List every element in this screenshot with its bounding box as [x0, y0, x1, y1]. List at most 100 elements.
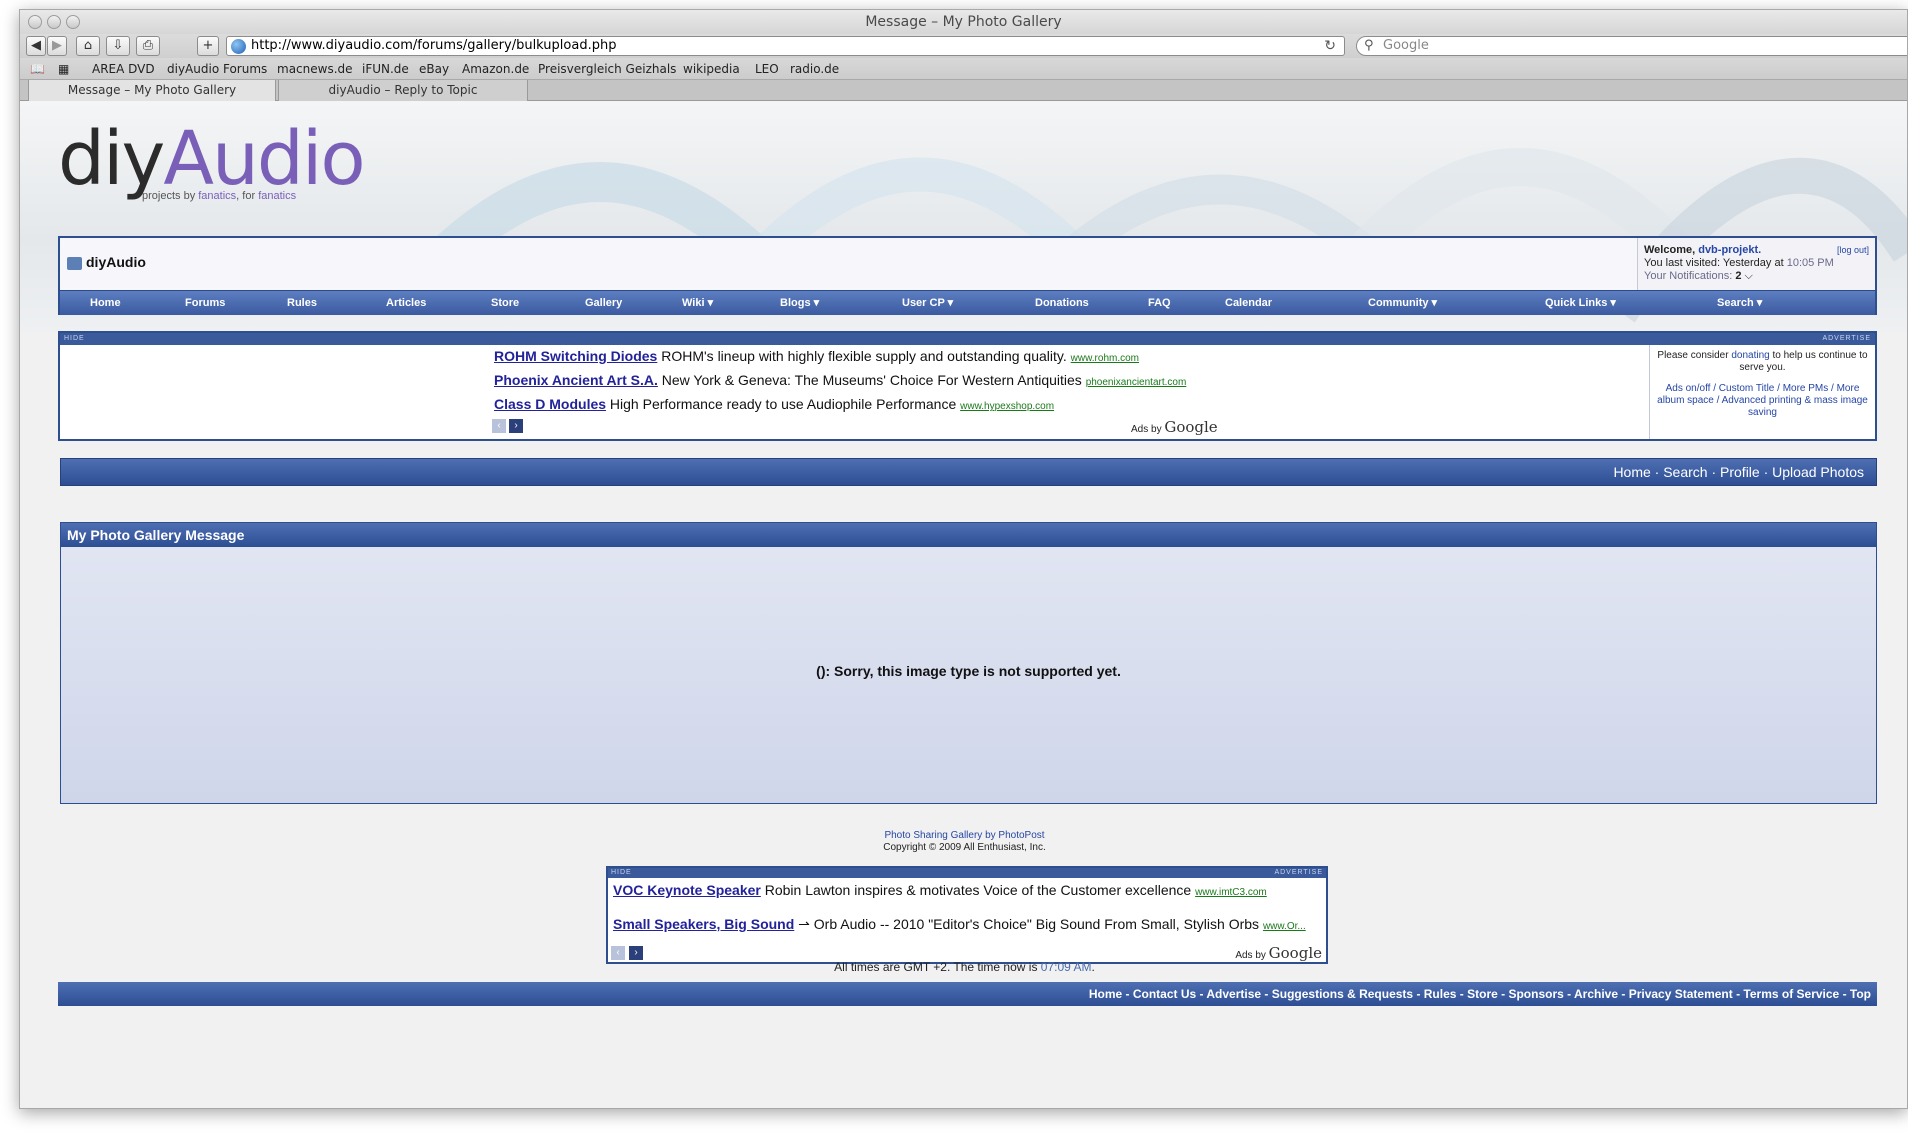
donating-link[interactable]: donating: [1731, 350, 1769, 361]
site-home-icon: [67, 257, 82, 270]
nav-wiki[interactable]: Wiki ▾: [682, 291, 713, 316]
gallery-nav-links[interactable]: Home · Search · Profile · Upload Photos: [1613, 459, 1864, 485]
ad-header: HIDE ADVERTISE: [608, 868, 1326, 878]
url-text: http://www.diyaudio.com/forums/gallery/b…: [251, 38, 617, 53]
forward-button[interactable]: ▶: [47, 36, 67, 56]
ad-title-link[interactable]: Phoenix Ancient Art S.A.: [494, 372, 658, 388]
footer-links[interactable]: Home - Contact Us - Advertise - Suggesti…: [1089, 982, 1871, 1006]
nav-donations[interactable]: Donations: [1035, 291, 1089, 316]
bookmark-item[interactable]: diyAudio Forums: [167, 58, 267, 80]
ad-next-button[interactable]: ›: [509, 419, 523, 433]
nav-user-cp[interactable]: User CP ▾: [902, 291, 953, 316]
nav-search[interactable]: Search ▾: [1717, 291, 1762, 316]
nav-blogs[interactable]: Blogs ▾: [780, 291, 819, 316]
username-link[interactable]: dvb-projekt.: [1698, 244, 1761, 256]
back-button[interactable]: ◀: [26, 36, 46, 56]
bookmark-add-button[interactable]: ⇩: [106, 36, 130, 56]
nav-community[interactable]: Community ▾: [1368, 291, 1437, 316]
ad-title-link[interactable]: VOC Keynote Speaker: [613, 882, 761, 898]
logout-link[interactable]: [log out]: [1837, 244, 1869, 257]
message-panel: My Photo Gallery Message (): Sorry, this…: [60, 522, 1877, 804]
bookmark-item[interactable]: Preisvergleich Geizhals: [538, 58, 676, 80]
ad-url-link[interactable]: phoenixancientart.com: [1086, 377, 1187, 388]
minimize-window-button[interactable]: [47, 15, 61, 29]
print-button[interactable]: ⎙: [136, 36, 160, 56]
ad-url-link[interactable]: www.Or...: [1263, 921, 1306, 932]
member-benefits-links[interactable]: Ads on/off / Custom Title / More PMs / M…: [1654, 383, 1871, 419]
title-bar: Message – My Photo Gallery: [20, 10, 1907, 34]
grid-icon[interactable]: ▦: [58, 58, 69, 80]
home-button[interactable]: ⌂: [76, 36, 100, 56]
notifications-count[interactable]: 2: [1735, 270, 1741, 282]
plus-icon: +: [202, 38, 214, 53]
ad-prev-button[interactable]: ‹: [611, 946, 625, 960]
window-title: Message – My Photo Gallery: [865, 14, 1062, 30]
magnifier-icon: ⚲: [1364, 38, 1374, 53]
site-favicon-icon: [231, 39, 246, 54]
search-placeholder: Google: [1383, 38, 1429, 53]
time-info: All times are GMT +2. The time now is 07…: [834, 960, 1095, 974]
forward-arrow-icon: ▶: [52, 38, 62, 53]
web-page: diyAudio projects by fanatics, for fanat…: [20, 102, 1907, 1108]
dropdown-icon[interactable]: ⌵: [1745, 270, 1753, 282]
close-window-button[interactable]: [28, 15, 42, 29]
hide-ads-link[interactable]: HIDE: [64, 333, 85, 345]
hide-ads-link[interactable]: HIDE: [611, 868, 632, 878]
search-field[interactable]: ⚲ Google: [1356, 36, 1907, 56]
ad-next-button[interactable]: ›: [629, 946, 643, 960]
printer-icon: ⎙: [142, 38, 154, 53]
back-arrow-icon: ◀: [31, 38, 41, 53]
message-panel-title: My Photo Gallery Message: [61, 523, 1876, 547]
ad-url-link[interactable]: www.hypexshop.com: [960, 401, 1054, 412]
diyaudio-logo[interactable]: diyAudio projects by fanatics, for fanat…: [58, 122, 366, 204]
bookmark-item[interactable]: eBay: [419, 58, 449, 80]
nav-rules[interactable]: Rules: [287, 291, 317, 316]
reload-icon[interactable]: ↻: [1324, 37, 1336, 55]
nav-store[interactable]: Store: [491, 291, 519, 316]
reading-list-icon[interactable]: 📖: [30, 58, 45, 80]
ad-title-link[interactable]: Small Speakers, Big Sound: [613, 916, 794, 932]
ad-item: Phoenix Ancient Art S.A. New York & Gene…: [494, 372, 1187, 388]
ad-url-link[interactable]: www.rohm.com: [1071, 353, 1139, 364]
ad-title-link[interactable]: ROHM Switching Diodes: [494, 348, 657, 364]
nav-faq[interactable]: FAQ: [1148, 291, 1171, 316]
bottom-ad-box: HIDE ADVERTISE VOC Keynote Speaker Robin…: [606, 866, 1328, 964]
advertise-link[interactable]: ADVERTISE: [1822, 333, 1871, 345]
nav-forums[interactable]: Forums: [185, 291, 225, 316]
nav-gallery[interactable]: Gallery: [585, 291, 622, 316]
tab-reply-to-topic[interactable]: diyAudio – Reply to Topic: [278, 80, 528, 101]
site-name[interactable]: diyAudio: [86, 254, 146, 270]
add-bookmark-button[interactable]: +: [197, 36, 219, 56]
photopost-link[interactable]: Photo Sharing Gallery by PhotoPost: [20, 830, 1907, 842]
address-bar[interactable]: http://www.diyaudio.com/forums/gallery/b…: [226, 36, 1345, 56]
nav-articles[interactable]: Articles: [386, 291, 426, 316]
bookmark-item[interactable]: macnews.de: [277, 58, 353, 80]
tab-message-gallery[interactable]: Message – My Photo Gallery: [28, 80, 276, 101]
ad-prev-button[interactable]: ‹: [492, 419, 506, 433]
nav-calendar[interactable]: Calendar: [1225, 291, 1272, 316]
zoom-window-button[interactable]: [66, 15, 80, 29]
gallery-nav-bar: Home · Search · Profile · Upload Photos: [60, 458, 1877, 486]
donate-panel: Please consider donating to help us cont…: [1649, 345, 1875, 439]
tab-bar: Message – My Photo Gallery diyAudio – Re…: [20, 80, 1907, 101]
nav-home[interactable]: Home: [90, 291, 121, 316]
bookmark-item[interactable]: wikipedia: [683, 58, 740, 80]
bookmark-item[interactable]: Amazon.de: [462, 58, 529, 80]
ad-url-link[interactable]: www.imtC3.com: [1195, 887, 1267, 898]
ads-by-google[interactable]: Ads by Google: [1131, 418, 1218, 436]
bookmark-item[interactable]: LEO: [755, 58, 779, 80]
bookmark-item[interactable]: radio.de: [790, 58, 839, 80]
bookmarks-bar: 📖 ▦ AREA DVD diyAudio Forums macnews.de …: [20, 58, 1907, 80]
top-ad-box: HIDE ADVERTISE ROHM Switching Diodes ROH…: [58, 331, 1877, 441]
bookmark-item[interactable]: AREA DVD: [92, 58, 155, 80]
nav-quick-links[interactable]: Quick Links ▾: [1545, 291, 1616, 316]
ad-item: Class D Modules High Performance ready t…: [494, 396, 1055, 412]
ad-header: HIDE ADVERTISE: [60, 333, 1875, 345]
ad-item: VOC Keynote Speaker Robin Lawton inspire…: [613, 882, 1267, 898]
bookmark-item[interactable]: iFUN.de: [362, 58, 409, 80]
advertise-link[interactable]: ADVERTISE: [1274, 868, 1323, 878]
bookmark-icon: ⇩: [112, 38, 124, 53]
ad-title-link[interactable]: Class D Modules: [494, 396, 606, 412]
home-icon: ⌂: [83, 38, 93, 53]
error-message: (): Sorry, this image type is not suppor…: [816, 663, 1121, 679]
